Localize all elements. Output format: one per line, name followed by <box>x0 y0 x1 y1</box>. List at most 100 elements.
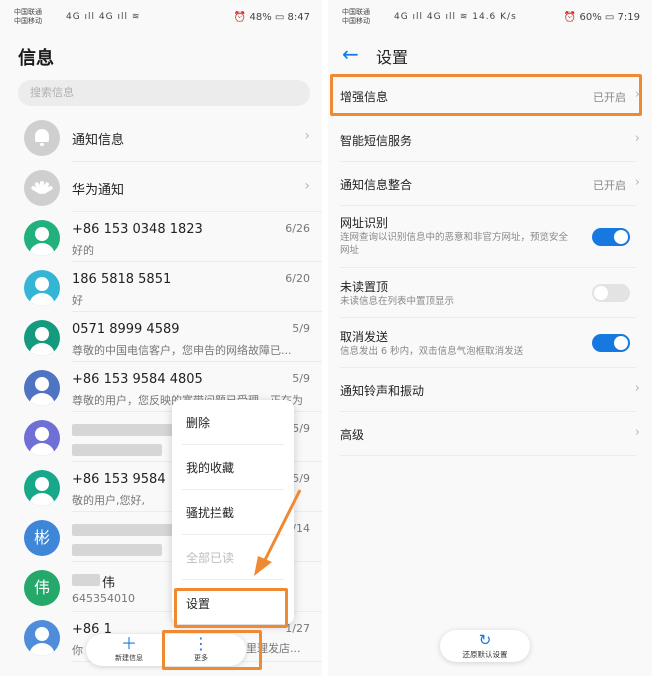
page-title: 设置 <box>376 48 409 67</box>
settings-description: 信息发出 6 秒内，双击信息气泡框取消发送 <box>340 346 524 357</box>
restore-defaults-button[interactable]: ↻ 还原默认设置 <box>440 630 530 662</box>
page-title: 信息 <box>18 48 54 69</box>
message-date: 5/9 <box>292 322 310 335</box>
carrier-label: 中国联通 <box>342 8 370 16</box>
settings-title: 取消发送 <box>340 330 389 344</box>
settings-description: 连网查询以识别信息中的恶意和非官方网址，预览安全网址 <box>340 232 569 256</box>
settings-description: 未读信息在列表中置顶显示 <box>340 296 455 307</box>
divider <box>182 534 284 535</box>
highlight-more <box>162 630 262 670</box>
settings-row[interactable]: 取消发送信息发出 6 秒内，双击信息气泡框取消发送 <box>328 318 652 368</box>
carrier-label: 中国移动 <box>342 17 370 25</box>
signal-icon: 4G ıll 4G ıll ≋ 14.6 K/s <box>394 12 517 22</box>
divider <box>182 444 284 445</box>
redacted-name <box>72 424 182 436</box>
new-message-label: 新建信息 <box>115 654 143 662</box>
messages-screen: 中国联通 中国移动 4G ıll 4G ıll ≋ ⏰ 48% ▭ 8:47 信… <box>0 0 322 676</box>
chevron-right-icon: › <box>634 425 640 440</box>
settings-value: 已开启 <box>593 179 626 192</box>
redacted-preview <box>72 444 162 456</box>
avatar: 彬 <box>24 520 60 556</box>
battery-clock: ⏰ 48% ▭ 8:47 <box>233 12 310 23</box>
chevron-right-icon: › <box>634 175 640 190</box>
menu-item-favorites[interactable]: 我的收藏 <box>186 459 234 476</box>
message-date: 1/27 <box>285 622 310 635</box>
divider <box>182 579 284 580</box>
settings-title: 通知信息整合 <box>340 178 413 192</box>
toggle-switch[interactable] <box>592 284 630 302</box>
contact-name: 186 5818 5851 <box>72 272 172 287</box>
contact-name: 0571 8999 4589 <box>72 322 180 337</box>
message-date: 5/9 <box>292 422 310 435</box>
contact-name: +86 153 9584 4805 <box>72 372 203 387</box>
message-preview: 好 <box>72 294 83 307</box>
chevron-right-icon: › <box>304 128 310 144</box>
avatar-person-icon <box>24 370 60 406</box>
toggle-knob <box>614 230 628 244</box>
redacted-preview <box>72 544 162 556</box>
list-item[interactable]: 华为通知 › <box>0 164 322 212</box>
settings-title: 高级 <box>340 428 365 442</box>
back-arrow-icon[interactable]: ← <box>342 42 359 66</box>
settings-title: 通知铃声和振动 <box>340 384 425 398</box>
contact-name: +86 153 0348 1823 <box>72 222 203 237</box>
message-date: 6/26 <box>285 222 310 235</box>
settings-screen: 中国联通 中国移动 4G ıll 4G ıll ≋ 14.6 K/s ⏰ 60%… <box>328 0 652 676</box>
divider <box>340 455 636 456</box>
toggle-switch[interactable] <box>592 228 630 246</box>
redacted-name <box>72 524 182 536</box>
menu-item-block[interactable]: 骚扰拦截 <box>186 504 234 521</box>
highlight-settings <box>174 588 288 628</box>
highlight-enhanced-messages <box>330 74 642 116</box>
carrier-label: 中国联通 <box>14 8 42 16</box>
carrier-label: 中国移动 <box>14 17 42 25</box>
toggle-switch[interactable] <box>592 334 630 352</box>
divider <box>72 361 322 362</box>
status-bar: 中国联通 中国移动 4G ıll 4G ıll ≋ 14.6 K/s ⏰ 60%… <box>342 8 640 28</box>
divider <box>72 211 322 212</box>
huawei-logo-icon <box>24 170 60 206</box>
divider <box>182 489 284 490</box>
avatar-person-icon <box>24 470 60 506</box>
chevron-right-icon: › <box>634 381 640 396</box>
avatar-person-icon <box>24 270 60 306</box>
menu-item-delete[interactable]: 删除 <box>186 414 210 431</box>
message-preview: 好的 <box>72 244 94 257</box>
settings-row[interactable]: 智能短信服务 › <box>328 118 652 162</box>
contact-name: 华为通知 <box>72 183 125 198</box>
menu-item-mark-all-read: 全部已读 <box>186 551 235 565</box>
battery-clock: ⏰ 60% ▭ 7:19 <box>563 12 640 23</box>
list-item[interactable]: 0571 8999 4589 尊敬的中国电信客户，您申告的网络故障已... 5/9 <box>0 314 322 362</box>
settings-row[interactable]: 未读置顶未读信息在列表中置顶显示 <box>328 268 652 318</box>
contact-name: 通知信息 <box>72 133 125 148</box>
avatar-person-icon <box>24 420 60 456</box>
contact-name: 伟 <box>102 576 116 591</box>
settings-title: 智能短信服务 <box>340 134 413 148</box>
settings-row[interactable]: 网址识别 连网查询以识别信息中的恶意和非官方网址，预览安全网址 <box>328 206 652 268</box>
message-date: 6/20 <box>285 272 310 285</box>
list-item[interactable]: 186 5818 5851 好 6/20 <box>0 264 322 312</box>
bell-icon <box>24 120 60 156</box>
avatar: 伟 <box>24 570 60 606</box>
chevron-right-icon: › <box>304 178 310 194</box>
message-date: 5/9 <box>292 472 310 485</box>
settings-row[interactable]: 通知铃声和振动 › <box>328 368 652 412</box>
avatar-person-icon <box>24 220 60 256</box>
status-bar: 中国联通 中国移动 4G ıll 4G ıll ≋ ⏰ 48% ▭ 8:47 <box>14 8 310 28</box>
new-message-button[interactable]: ＋ 新建信息 <box>94 634 164 666</box>
message-date: /14 <box>292 522 310 535</box>
settings-title: 未读置顶 <box>340 280 389 294</box>
message-preview: 尊敬的中国电信客户，您申告的网络故障已... <box>72 344 292 357</box>
contact-name: +86 153 9584 <box>72 472 166 487</box>
toggle-knob <box>594 286 608 300</box>
search-input[interactable]: 搜索信息 <box>18 80 310 106</box>
redacted-name <box>72 574 100 586</box>
list-item[interactable]: +86 153 0348 1823 好的 6/26 <box>0 214 322 262</box>
settings-row[interactable]: 高级 › <box>328 412 652 456</box>
list-item[interactable]: 通知信息 › <box>0 114 322 162</box>
settings-row[interactable]: 通知信息整合 已开启 › <box>328 162 652 206</box>
message-date: 5/9 <box>292 372 310 385</box>
signal-icon: 4G ıll 4G ıll ≋ <box>66 12 141 22</box>
restore-defaults-label: 还原默认设置 <box>462 650 508 659</box>
avatar-person-icon <box>24 620 60 656</box>
